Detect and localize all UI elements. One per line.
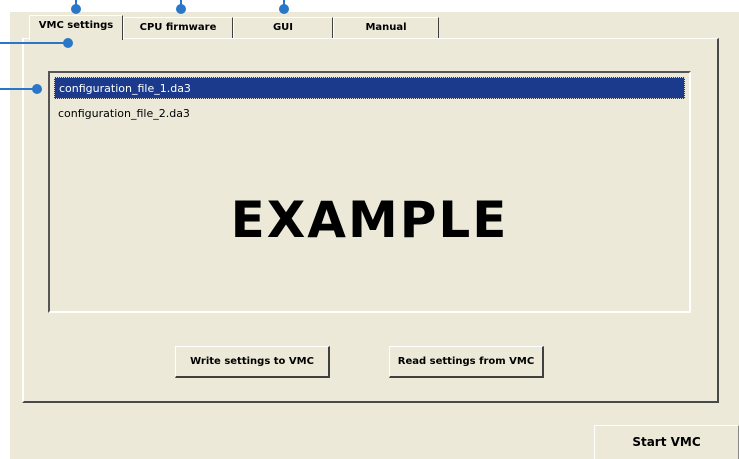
tab-manual-label: Manual <box>365 22 407 33</box>
callout-dot-icon <box>32 84 42 94</box>
callout-leader-line <box>0 42 68 44</box>
write-settings-button[interactable]: Write settings to VMC <box>175 346 330 378</box>
read-settings-button-label: Read settings from VMC <box>397 356 535 367</box>
list-item-label: configuration_file_2.da3 <box>58 107 190 120</box>
read-settings-button[interactable]: Read settings from VMC <box>389 346 544 378</box>
tab-vmc-settings-label: VMC settings <box>38 20 114 31</box>
list-item[interactable]: configuration_file_2.da3 <box>54 103 685 125</box>
tab-gui[interactable]: GUI <box>233 17 333 38</box>
start-vmc-button-label: Start VMC <box>632 435 701 449</box>
tab-gui-label: GUI <box>272 22 294 33</box>
tab-cpu-firmware-label: CPU firmware <box>139 22 217 33</box>
tab-vmc-settings[interactable]: VMC settings <box>29 15 123 40</box>
write-settings-button-label: Write settings to VMC <box>190 356 314 367</box>
callout-dot-icon <box>71 4 81 14</box>
start-vmc-button[interactable]: Start VMC <box>594 425 739 459</box>
configuration-file-list[interactable]: configuration_file_1.da3 configuration_f… <box>48 71 691 313</box>
list-item-label: configuration_file_1.da3 <box>59 82 191 95</box>
tab-manual[interactable]: Manual <box>333 17 439 38</box>
callout-dot-icon <box>63 38 73 48</box>
list-item[interactable]: configuration_file_1.da3 <box>54 77 685 99</box>
callout-dot-icon <box>279 4 289 14</box>
example-watermark: EXAMPLE <box>230 191 509 249</box>
callout-dot-icon <box>176 4 186 14</box>
tab-cpu-firmware[interactable]: CPU firmware <box>123 17 233 38</box>
